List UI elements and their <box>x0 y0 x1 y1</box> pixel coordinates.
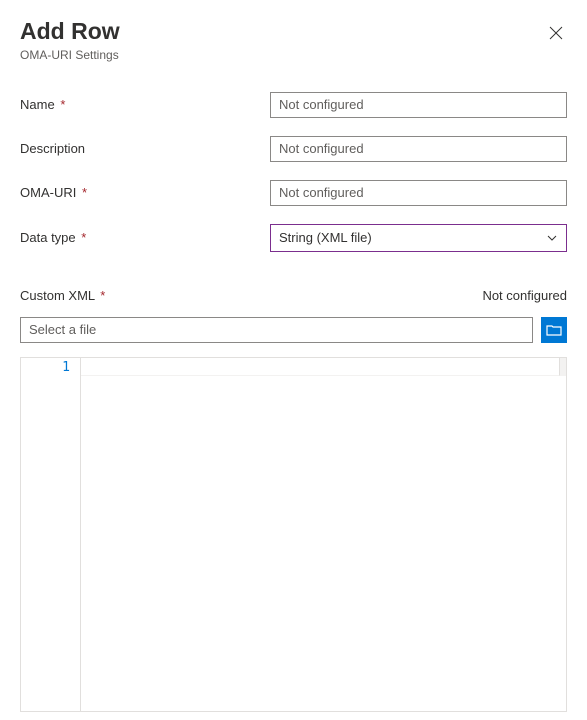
data-type-value: String (XML file) <box>279 230 372 245</box>
description-label: Description <box>20 141 270 156</box>
custom-xml-label-text: Custom XML <box>20 288 95 303</box>
chevron-down-icon <box>546 232 558 244</box>
required-marker: * <box>82 185 87 200</box>
custom-xml-status: Not configured <box>482 288 567 303</box>
file-select-input[interactable] <box>20 317 533 343</box>
editor-gutter: 1 <box>21 358 81 711</box>
oma-uri-label: OMA-URI * <box>20 185 270 200</box>
xml-editor[interactable]: 1 <box>20 357 567 712</box>
required-marker: * <box>100 288 105 303</box>
line-number: 1 <box>21 360 70 375</box>
scrollbar-track <box>560 358 566 376</box>
name-label-text: Name <box>20 97 55 112</box>
file-browse-button[interactable] <box>541 317 567 343</box>
data-type-select[interactable]: String (XML file) <box>270 224 567 252</box>
description-label-text: Description <box>20 141 85 156</box>
oma-uri-input[interactable] <box>270 180 567 206</box>
editor-line <box>81 358 560 376</box>
description-input[interactable] <box>270 136 567 162</box>
close-icon <box>549 26 563 40</box>
required-marker: * <box>81 230 86 245</box>
folder-icon <box>546 323 562 337</box>
oma-uri-label-text: OMA-URI <box>20 185 76 200</box>
close-button[interactable] <box>545 22 567 44</box>
dialog-subtitle: OMA-URI Settings <box>20 48 120 62</box>
required-marker: * <box>60 97 65 112</box>
custom-xml-label: Custom XML * <box>20 288 105 303</box>
name-label: Name * <box>20 97 270 112</box>
dialog-title: Add Row <box>20 18 120 46</box>
name-input[interactable] <box>270 92 567 118</box>
editor-content[interactable] <box>81 358 566 711</box>
data-type-label: Data type * <box>20 230 270 245</box>
data-type-label-text: Data type <box>20 230 76 245</box>
